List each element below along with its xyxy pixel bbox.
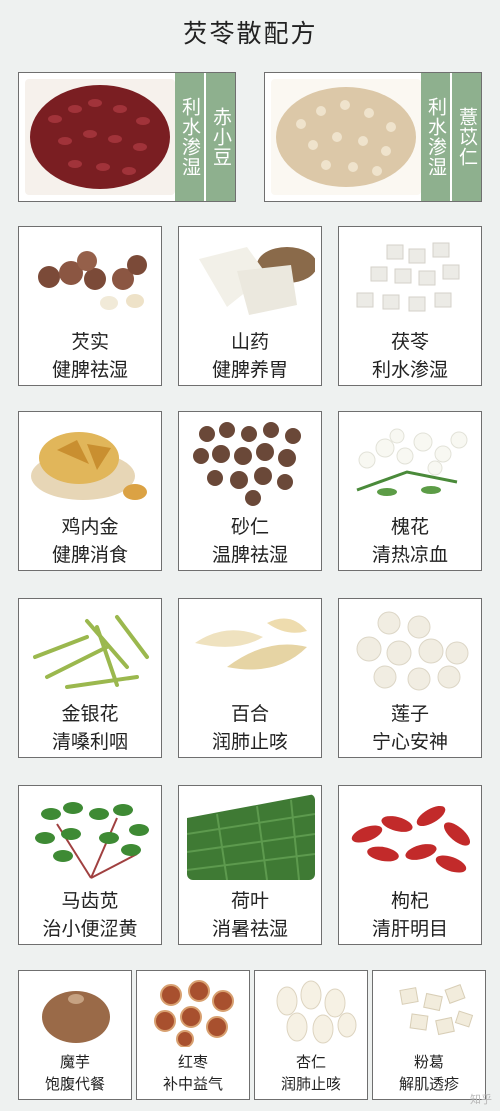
- ingredient-name: 砂仁: [230, 516, 269, 538]
- ingredient-effect: 治小便涩黄: [42, 918, 138, 940]
- ingredient-name: 粉葛: [413, 1053, 444, 1071]
- ingredient-effect: 健脾养胃: [211, 359, 288, 381]
- ingredient-effect: 利水渗湿: [371, 359, 448, 381]
- almond-image: [263, 977, 361, 1047]
- ingredient-card[interactable]: 粉葛 解肌透疹: [372, 970, 486, 1100]
- ingredient-name: 百合: [230, 703, 269, 725]
- lotus-seed-image: [347, 607, 475, 693]
- ingredient-effect: 消暑祛湿: [211, 918, 288, 940]
- ingredient-name: 魔芋: [59, 1053, 90, 1071]
- ingredient-card[interactable]: 马齿苋 治小便涩黄: [18, 785, 162, 945]
- ingredient-name: 赤小豆: [206, 73, 235, 201]
- konjac-image: [27, 977, 125, 1047]
- kudzu-root-image: [381, 977, 479, 1047]
- ingredient-name: 荷叶: [230, 890, 269, 912]
- effect-label: 利水渗湿: [175, 73, 205, 201]
- ingredient-name: 茯苓: [390, 331, 429, 353]
- effect-label: 利水渗湿: [421, 73, 451, 201]
- ingredient-effect: 补中益气: [162, 1075, 223, 1093]
- sophora-flower-image: [347, 420, 475, 506]
- ingredient-card[interactable]: 鸡内金 健脾消食: [18, 411, 162, 571]
- ingredient-card-red-bean[interactable]: 利水渗湿 赤小豆: [18, 72, 236, 202]
- ingredient-name: 薏苡仁: [452, 73, 481, 201]
- yam-slice-image: [187, 235, 315, 321]
- poria-cube-image: [347, 235, 475, 321]
- ingredient-effect: 饱腹代餐: [44, 1075, 105, 1093]
- ingredient-name: 槐花: [390, 516, 429, 538]
- ingredient-card-coix-seed[interactable]: 利水渗湿 薏苡仁: [264, 72, 482, 202]
- ingredient-card[interactable]: 莲子 宁心安神: [338, 598, 482, 758]
- ingredient-effect: 解肌透疹: [398, 1075, 459, 1093]
- ingredient-card[interactable]: 山药 健脾养胃: [178, 226, 322, 386]
- red-bean-image: [25, 79, 175, 195]
- ingredient-effect: 宁心安神: [371, 731, 448, 753]
- lily-bulb-image: [187, 607, 315, 693]
- ingredient-effect: 润肺止咳: [211, 731, 288, 753]
- purslane-image: [27, 794, 155, 880]
- ingredient-effect: 润肺止咳: [280, 1075, 341, 1093]
- ingredient-name: 杏仁: [295, 1053, 326, 1071]
- ingredient-effect: 健脾祛湿: [51, 359, 128, 381]
- ingredient-card[interactable]: 百合 润肺止咳: [178, 598, 322, 758]
- watermark: 知乎: [470, 1093, 492, 1106]
- ingredient-card[interactable]: 茯苓 利水渗湿: [338, 226, 482, 386]
- ingredient-card[interactable]: 荷叶 消暑祛湿: [178, 785, 322, 945]
- ingredient-name: 红枣: [177, 1053, 208, 1071]
- ingredient-card[interactable]: 金银花 清嗓利咽: [18, 598, 162, 758]
- page-title: 芡苓散配方: [182, 19, 318, 48]
- ingredient-effect: 温脾祛湿: [211, 544, 288, 566]
- ingredient-card[interactable]: 槐花 清热凉血: [338, 411, 482, 571]
- honeysuckle-image: [27, 607, 155, 693]
- ingredient-card[interactable]: 魔芋 饱腹代餐: [18, 970, 132, 1100]
- ingredient-name: 鸡内金: [61, 516, 119, 538]
- chicken-gizzard-image: [27, 420, 155, 506]
- amomum-image: [187, 420, 315, 506]
- ingredient-card[interactable]: 砂仁 温脾祛湿: [178, 411, 322, 571]
- coix-seed-image: [271, 79, 421, 195]
- ingredient-name: 马齿苋: [61, 890, 119, 912]
- ingredient-card[interactable]: 芡实 健脾祛湿: [18, 226, 162, 386]
- ingredient-effect: 清嗓利咽: [51, 731, 128, 753]
- ingredient-effect: 清肝明目: [371, 918, 448, 940]
- gorgon-fruit-image: [27, 235, 155, 321]
- ingredient-name: 芡实: [70, 331, 109, 353]
- ingredient-name: 枸杞: [390, 890, 429, 912]
- ingredient-effect: 清热凉血: [371, 544, 448, 566]
- ingredient-card[interactable]: 枸杞 清肝明目: [338, 785, 482, 945]
- ingredient-name: 金银花: [61, 703, 119, 725]
- ingredient-card[interactable]: 红枣 补中益气: [136, 970, 250, 1100]
- ingredient-name: 山药: [230, 331, 269, 353]
- ingredient-card[interactable]: 杏仁 润肺止咳: [254, 970, 368, 1100]
- ingredient-effect: 健脾消食: [51, 544, 128, 566]
- red-date-image: [145, 977, 243, 1047]
- goji-berry-image: [347, 794, 475, 880]
- lotus-leaf-image: [187, 794, 315, 880]
- ingredient-name: 莲子: [390, 703, 429, 725]
